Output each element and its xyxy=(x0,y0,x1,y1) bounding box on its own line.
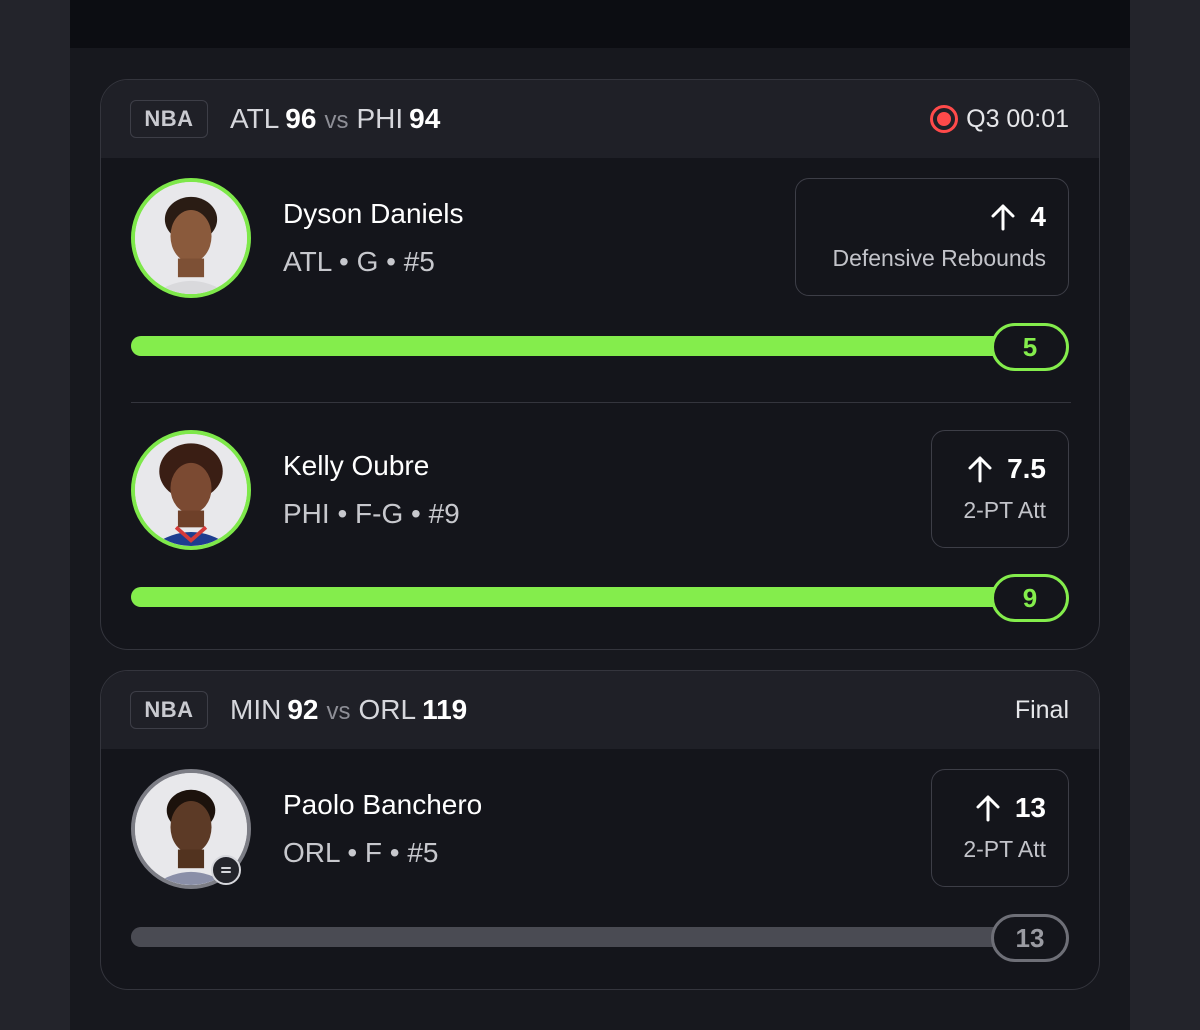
progress-bar xyxy=(131,587,1031,607)
versus-label: vs xyxy=(326,698,351,725)
home-team: ORL xyxy=(358,694,417,725)
player-name: Dyson Daniels xyxy=(283,198,464,229)
player-avatar xyxy=(131,178,251,298)
league-badge: NBA xyxy=(130,100,208,138)
stat-label: 2-PT Att xyxy=(963,836,1046,862)
player-name: Kelly Oubre xyxy=(283,450,430,481)
stat-label: 2-PT Att xyxy=(963,497,1046,523)
game-status: Final xyxy=(1015,671,1069,749)
stat-line-value: 13 xyxy=(1014,792,1046,823)
stat-line: 13 xyxy=(954,792,1046,824)
player-row[interactable]: Kelly Oubre PHI • F-G • #9 7.5 2-PT Att … xyxy=(101,403,1099,649)
home-score: 94 xyxy=(409,103,441,134)
game-clock: Q3 00:01 xyxy=(966,104,1069,133)
player-name: Paolo Banchero xyxy=(283,789,483,820)
player-meta: PHI • F-G • #9 xyxy=(283,498,460,529)
stat-label: Defensive Rebounds xyxy=(832,245,1046,271)
player-headshot-icon xyxy=(135,434,247,546)
stat-box: 4 Defensive Rebounds xyxy=(795,178,1069,296)
lines-icon xyxy=(221,867,231,873)
current-value-pill: 9 xyxy=(991,574,1069,622)
versus-label: vs xyxy=(324,107,349,134)
home-score: 119 xyxy=(422,694,468,725)
arrow-up-icon xyxy=(968,456,992,483)
left-gutter xyxy=(0,0,70,1030)
top-bar xyxy=(70,0,1130,48)
stat-line: 7.5 xyxy=(954,453,1046,485)
settled-badge-icon xyxy=(211,855,241,885)
player-meta: ATL • G • #5 xyxy=(283,246,435,277)
arrow-up-icon xyxy=(991,204,1015,231)
player-meta: ORL • F • #5 xyxy=(283,837,439,868)
stat-box: 13 2-PT Att xyxy=(931,769,1069,887)
away-score: 96 xyxy=(285,103,317,134)
stat-line: 4 xyxy=(818,201,1046,233)
player-avatar xyxy=(131,430,251,550)
progress-fill xyxy=(131,927,1031,947)
current-value-pill: 5 xyxy=(991,323,1069,371)
score-line: ATL 96 vs PHI 94 xyxy=(230,103,440,135)
arrow-up-icon xyxy=(976,795,1000,822)
progress-fill xyxy=(131,336,1031,356)
league-badge: NBA xyxy=(130,691,208,729)
player-row[interactable]: Dyson Daniels ATL • G • #5 4 Defensive R… xyxy=(101,158,1099,403)
game-status: Q3 00:01 xyxy=(930,80,1069,158)
stat-box: 7.5 2-PT Att xyxy=(931,430,1069,548)
progress-bar xyxy=(131,336,1031,356)
game-header: NBA ATL 96 vs PHI 94 Q3 00:01 xyxy=(101,80,1099,158)
stat-line-value: 7.5 xyxy=(1007,453,1046,484)
game-header: NBA MIN 92 vs ORL 119 Final xyxy=(101,671,1099,749)
player-row[interactable]: Paolo Banchero ORL • F • #5 13 2-PT Att … xyxy=(101,749,1099,989)
progress-bar xyxy=(131,927,1031,947)
score-line: MIN 92 vs ORL 119 xyxy=(230,694,467,726)
game-card[interactable]: NBA ATL 96 vs PHI 94 Q3 00:01 Dyson Dani… xyxy=(100,79,1100,650)
away-team: ATL xyxy=(230,103,280,134)
game-card[interactable]: NBA MIN 92 vs ORL 119 Final Paolo Banche… xyxy=(100,670,1100,990)
main-content: NBA ATL 96 vs PHI 94 Q3 00:01 Dyson Dani… xyxy=(70,0,1130,1030)
stat-line-value: 4 xyxy=(1030,201,1046,232)
right-gutter xyxy=(1130,0,1200,1030)
live-icon xyxy=(930,105,959,133)
away-score: 92 xyxy=(287,694,319,725)
home-team: PHI xyxy=(356,103,404,134)
progress-fill xyxy=(131,587,1031,607)
player-headshot-icon xyxy=(135,182,247,294)
final-label: Final xyxy=(1014,695,1069,724)
away-team: MIN xyxy=(230,694,282,725)
current-value-pill: 13 xyxy=(991,914,1069,962)
